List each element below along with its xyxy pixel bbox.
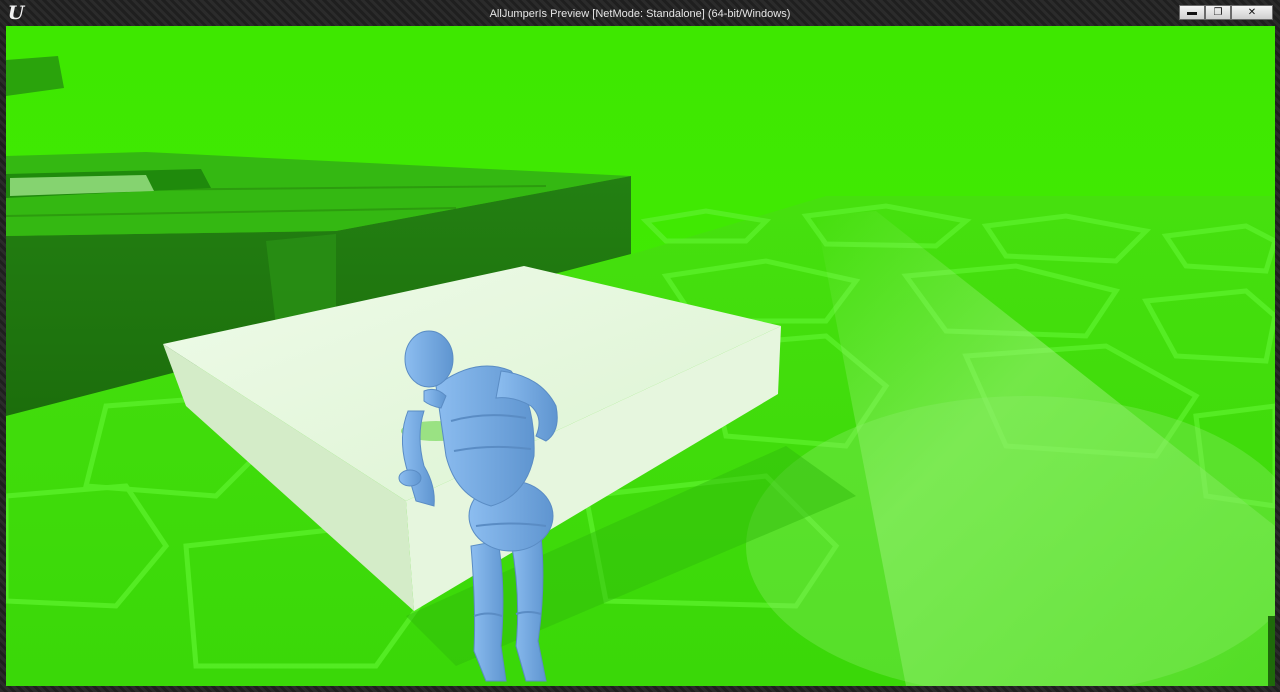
restore-button[interactable]: ❐ xyxy=(1205,5,1231,20)
minimize-icon: ▬ xyxy=(1187,6,1197,18)
close-icon: ✕ xyxy=(1247,6,1257,18)
minimize-button[interactable]: ▬ xyxy=(1179,5,1205,20)
window-controls: ▬ ❐ ✕ xyxy=(1179,5,1273,20)
unreal-engine-logo-icon: U xyxy=(7,2,25,24)
restore-icon: ❐ xyxy=(1213,6,1223,18)
game-window: U AllJumperIs Preview [NetMode: Standalo… xyxy=(0,0,1280,692)
scene-canvas xyxy=(6,26,1275,686)
window-title: AllJumperIs Preview [NetMode: Standalone… xyxy=(489,8,791,20)
title-bar[interactable]: U AllJumperIs Preview [NetMode: Standalo… xyxy=(0,0,1280,26)
close-button[interactable]: ✕ xyxy=(1231,5,1273,20)
viewport-right-edge xyxy=(1268,616,1275,686)
game-viewport[interactable] xyxy=(6,26,1275,686)
